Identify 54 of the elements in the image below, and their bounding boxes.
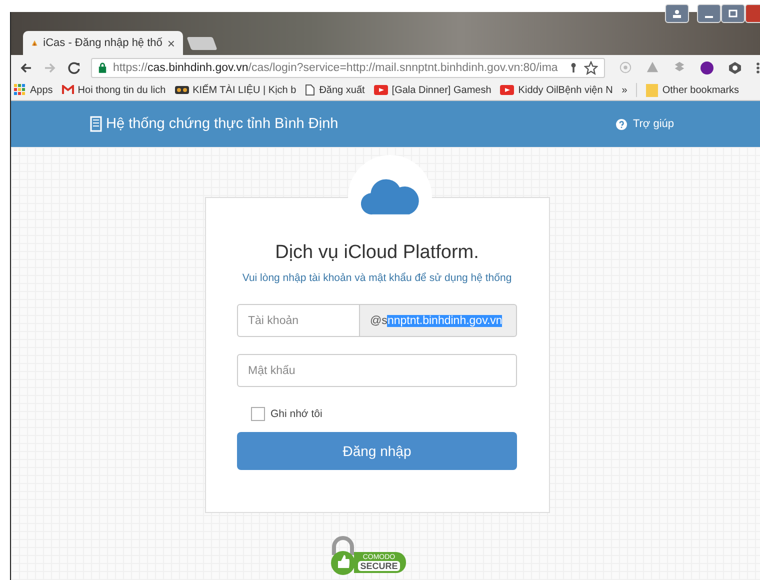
domain-text: @s: [370, 314, 388, 326]
profile-button[interactable]: [665, 4, 689, 23]
page-icon: [305, 84, 316, 96]
maximize-button[interactable]: [721, 4, 745, 23]
username-field[interactable]: Tài khoản: [237, 304, 360, 337]
remember-label: Ghi nhớ tôi: [270, 408, 322, 420]
url-text: https://: [112, 62, 148, 74]
browser-tab[interactable]: iCas - Đăng nhập hệ thố ×: [23, 31, 183, 55]
login-title: Dịch vụ iCloud Platform.: [275, 242, 479, 264]
back-icon[interactable]: [19, 60, 33, 74]
help-link[interactable]: Trợ giúp: [616, 118, 674, 130]
login-subtitle: Vui lòng nhập tài khoản và mật khẩu để sử dụng hệ thống: [242, 272, 512, 284]
url-text: /cas/login?service=http://mail.snnptnt.binhdinh.gov.vn:80/ima: [248, 62, 558, 74]
more-bookmarks-button[interactable]: »: [622, 84, 628, 96]
login-button[interactable]: Đăng nhập: [237, 432, 517, 470]
help-icon: [616, 118, 627, 130]
play-icon: [500, 85, 514, 95]
bookmark-label: Đăng xuất: [319, 84, 365, 96]
url-text: cas.binhdinh.gov.vn: [147, 62, 248, 74]
lock-icon: [98, 62, 107, 73]
tab-title: iCas - Đăng nhập hệ thố: [43, 37, 162, 49]
minimize-icon: [705, 16, 713, 18]
menu-icon[interactable]: [756, 60, 760, 74]
bookmark-label: Kiddy OilBệnh viện N: [518, 84, 613, 96]
bookmark[interactable]: [Gala Dinner] Gamesh: [374, 84, 492, 96]
reload-icon[interactable]: [66, 60, 81, 74]
bookmark[interactable]: Other bookmarks: [646, 83, 740, 97]
remember-checkbox[interactable]: [250, 407, 264, 421]
goggles-icon: [174, 85, 189, 95]
minimize-button[interactable]: [697, 4, 721, 23]
password-field[interactable]: Mật khẩu: [237, 354, 517, 387]
star-icon[interactable]: [584, 60, 598, 74]
bookmark[interactable]: Hoi thong tin du lich: [62, 84, 166, 96]
bookmark-label: Hoi thong tin du lich: [78, 84, 166, 96]
mail-icon: [62, 85, 74, 95]
maximize-icon: [728, 8, 738, 18]
address-bar[interactable]: https://cas.binhdinh.gov.vn/cas/login?service=http://mail.snnptnt.binhdinh.gov.vn:80/ima: [90, 58, 606, 78]
extension-icon[interactable]: [700, 60, 714, 74]
tab-close-button[interactable]: ×: [167, 36, 175, 50]
site-title: Hệ thống chứng thực tỉnh Bình Định: [106, 116, 338, 132]
bookmark[interactable]: Đăng xuất: [305, 84, 365, 96]
bookmark[interactable]: Kiddy OilBệnh viện N: [500, 84, 613, 96]
bookmark[interactable]: Apps: [14, 84, 53, 96]
domain-text: nnptnt.binhdinh.gov.vn: [387, 314, 502, 326]
folder-icon: [646, 83, 658, 97]
person-icon: [672, 8, 682, 18]
new-tab-button[interactable]: [186, 37, 218, 50]
bookmark-label: [Gala Dinner] Gamesh: [392, 84, 492, 96]
close-button[interactable]: [745, 4, 760, 23]
bookmark-label: Other bookmarks: [662, 84, 740, 96]
apps-grid-icon: [14, 84, 26, 96]
key-icon[interactable]: [569, 62, 578, 74]
play-icon: [374, 85, 388, 95]
bookmark-label: Apps: [30, 84, 53, 96]
